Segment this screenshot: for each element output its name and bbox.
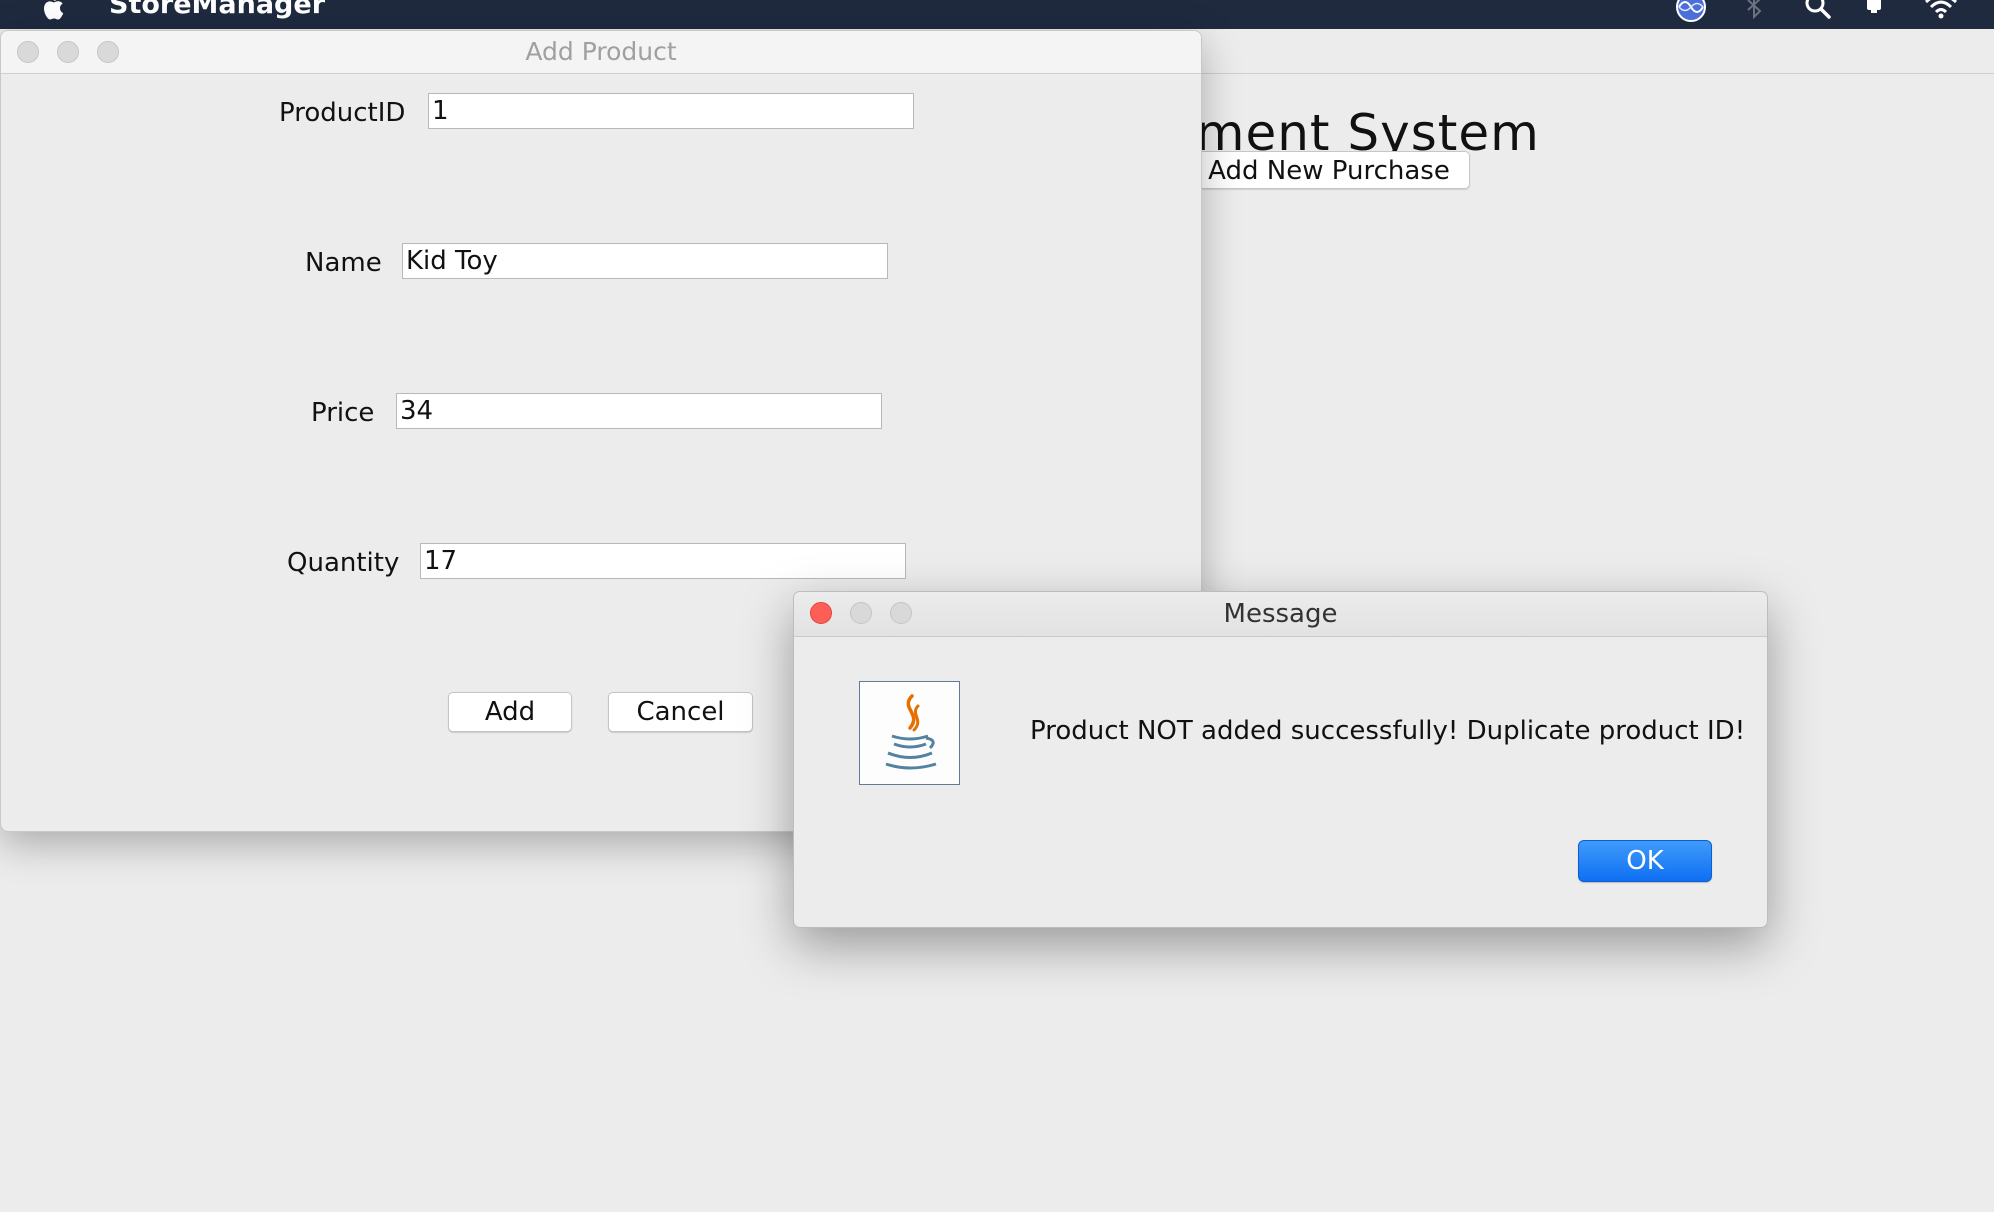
add-button[interactable]: Add: [448, 692, 572, 732]
quantity-label: Quantity: [287, 548, 400, 578]
search-icon[interactable]: [1801, 0, 1835, 24]
name-label: Name: [305, 248, 382, 278]
main-window-titlebar[interactable]: [1100, 29, 1994, 74]
product-id-field[interactable]: [428, 93, 914, 129]
menu-bar: StoreManager: [0, 0, 1994, 29]
product-id-label: ProductID: [279, 98, 406, 128]
apple-logo-icon[interactable]: [42, 0, 68, 22]
price-field[interactable]: [396, 393, 882, 429]
bluetooth-icon[interactable]: [1737, 0, 1771, 24]
wifi-icon[interactable]: [1924, 0, 1958, 24]
java-icon: [859, 681, 960, 785]
ok-button[interactable]: OK: [1578, 840, 1712, 882]
add-new-purchase-button[interactable]: Add New Purchase: [1188, 151, 1470, 189]
name-field[interactable]: [402, 243, 888, 279]
message-dialog: Message Product NOT added successfully! …: [793, 591, 1768, 928]
price-label: Price: [311, 398, 375, 428]
add-product-titlebar[interactable]: Add Product: [1, 31, 1201, 74]
add-product-title: Add Product: [525, 37, 677, 66]
message-dialog-title: Message: [1223, 599, 1338, 629]
cancel-button[interactable]: Cancel: [608, 692, 753, 732]
quantity-field[interactable]: [420, 543, 906, 579]
message-text: Product NOT added successfully! Duplicat…: [1030, 716, 1746, 746]
message-dialog-titlebar[interactable]: Message: [794, 592, 1767, 637]
app-name[interactable]: StoreManager: [109, 0, 325, 22]
siri-icon[interactable]: [1674, 0, 1708, 24]
notifications-icon[interactable]: [1858, 0, 1892, 24]
